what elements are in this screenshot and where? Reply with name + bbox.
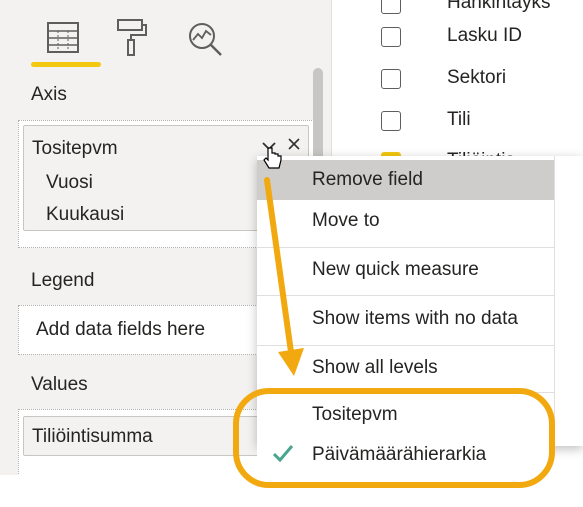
annotation-arrow — [264, 177, 304, 376]
hand-cursor-icon — [262, 146, 284, 177]
